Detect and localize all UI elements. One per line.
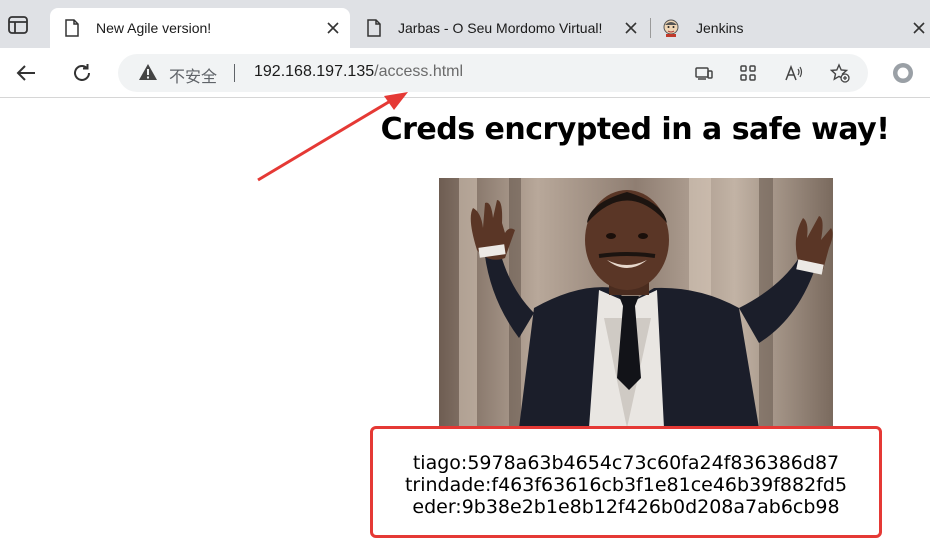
tab-title: New Agile version! xyxy=(96,20,212,36)
close-tab-icon[interactable] xyxy=(624,21,638,35)
document-icon xyxy=(367,19,381,37)
refresh-icon[interactable] xyxy=(71,62,93,84)
url-divider xyxy=(234,64,235,82)
jenkins-icon xyxy=(663,19,679,37)
tab-strip: New Agile version! Jarbas - O Seu Mordom… xyxy=(0,0,930,48)
page-heading: Creds encrypted in a safe way! xyxy=(380,112,890,147)
tab-actions-icon[interactable] xyxy=(8,16,28,34)
url-host: 192.168.197.135 xyxy=(254,63,375,80)
warning-icon[interactable] xyxy=(138,63,158,81)
close-tab-icon[interactable] xyxy=(912,21,926,35)
tab-title: Jenkins xyxy=(696,20,744,36)
close-tab-icon[interactable] xyxy=(326,21,340,35)
security-label[interactable]: 不安全 xyxy=(169,63,217,87)
butler-photo xyxy=(439,178,833,428)
tab-jarbas[interactable]: Jarbas - O Seu Mordomo Virtual! xyxy=(358,8,648,48)
extension-icon[interactable] xyxy=(891,61,915,85)
tab-divider xyxy=(650,18,651,38)
url-path: /access.html xyxy=(374,63,464,80)
document-icon xyxy=(65,19,79,37)
tab-title: Jarbas - O Seu Mordomo Virtual! xyxy=(398,20,603,36)
credential-line: eder:9b38e2b1e8b12f426b0d208a7ab6cb98 xyxy=(412,496,840,518)
address-bar[interactable]: 不安全 192.168.197.135/access.html xyxy=(118,54,868,92)
app-grid-icon[interactable] xyxy=(738,63,758,83)
browser-toolbar: 不安全 192.168.197.135/access.html xyxy=(0,48,930,98)
url-text[interactable]: 192.168.197.135/access.html xyxy=(254,63,463,81)
credentials-box: tiago:5978a63b4654c73c60fa24f836386d87 t… xyxy=(370,426,882,538)
tab-jenkins[interactable]: Jenkins xyxy=(656,8,930,48)
device-icon[interactable] xyxy=(694,63,714,83)
tab-new-agile-version[interactable]: New Agile version! xyxy=(50,8,350,48)
credential-line: trindade:f463f63616cb3f1e81ce46b39f882fd… xyxy=(404,474,848,496)
add-favorite-icon[interactable] xyxy=(830,63,850,83)
read-aloud-icon[interactable] xyxy=(784,63,804,83)
credential-line: tiago:5978a63b4654c73c60fa24f836386d87 xyxy=(412,452,840,474)
back-icon[interactable] xyxy=(15,62,37,84)
